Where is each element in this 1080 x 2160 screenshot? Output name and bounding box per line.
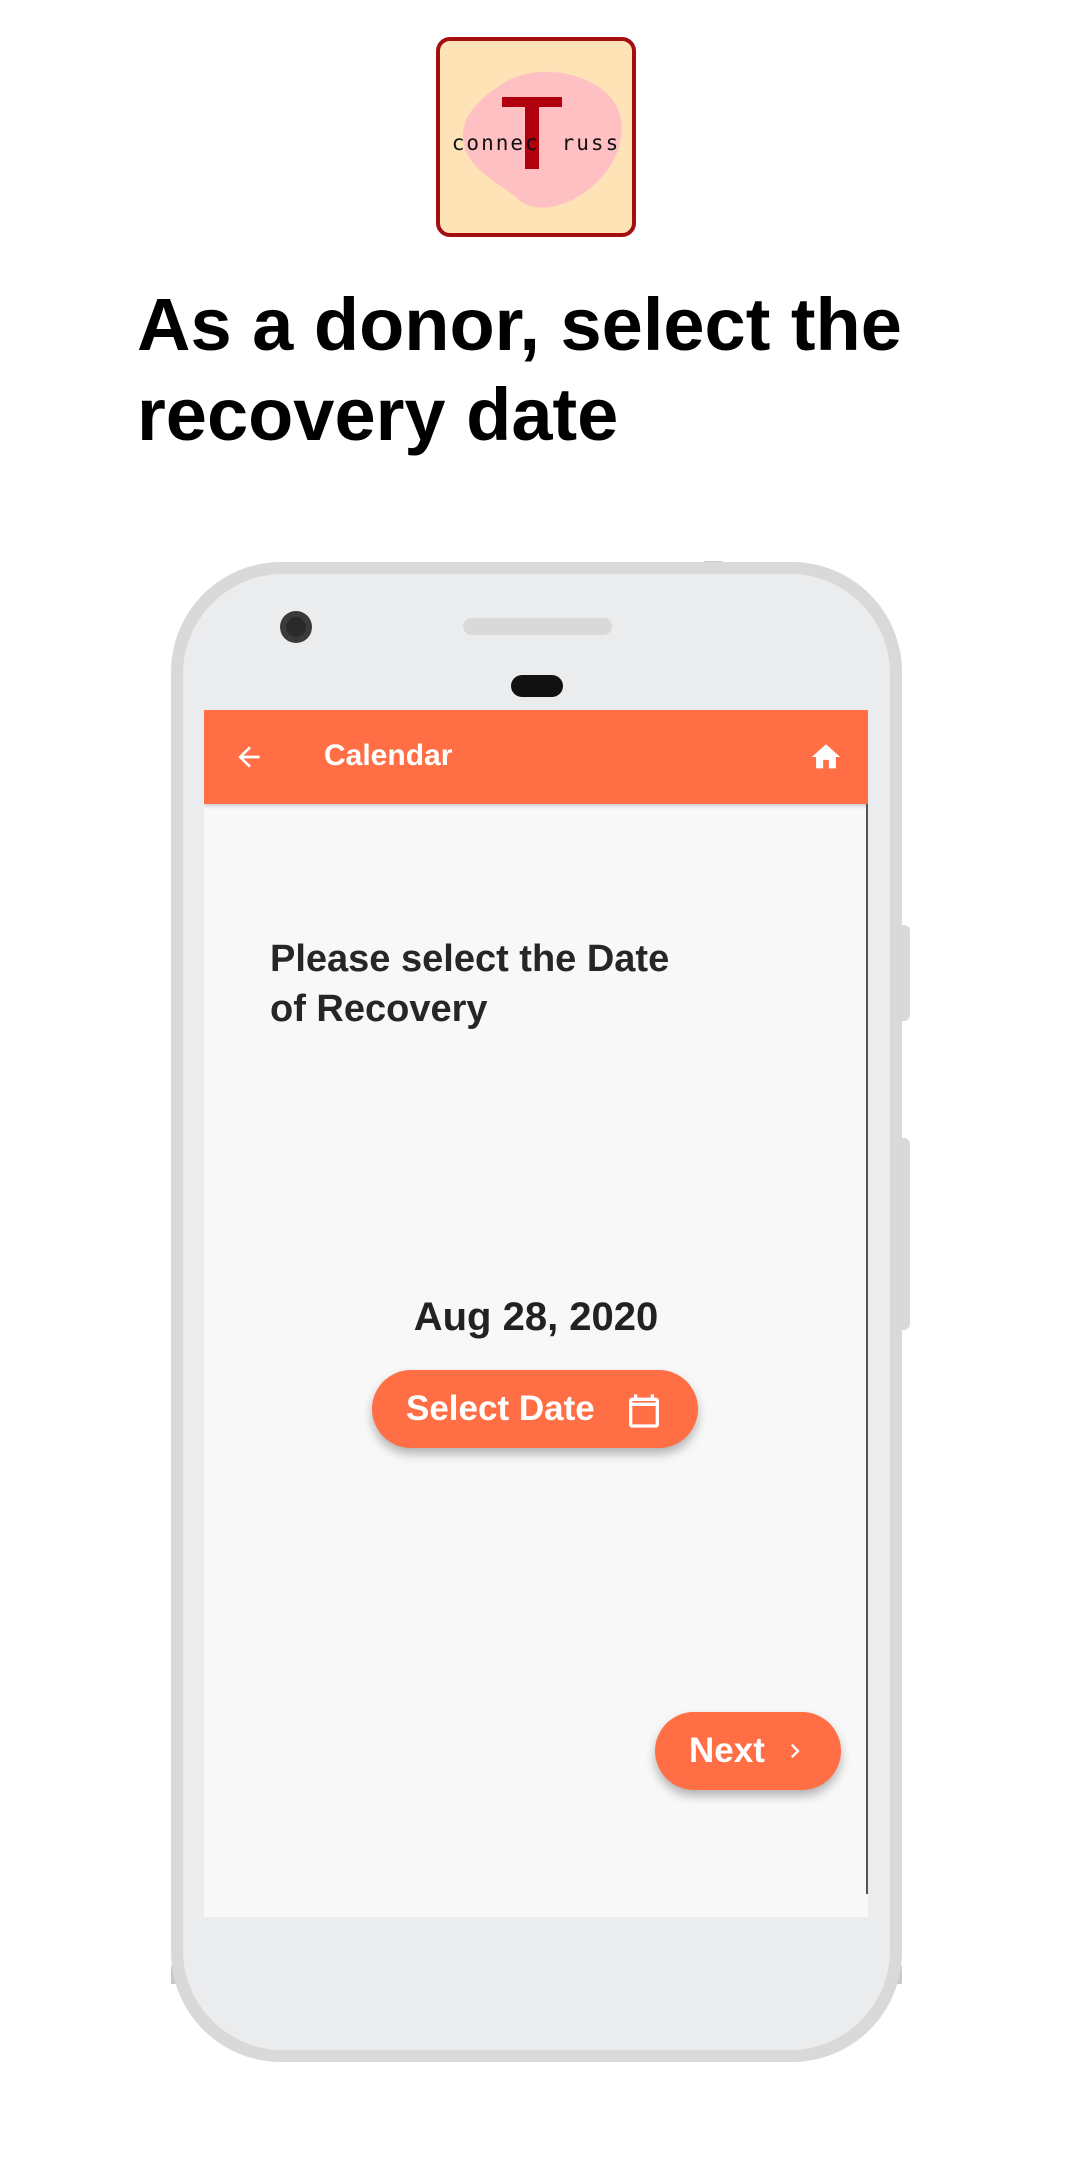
chevron-right-icon <box>791 1744 800 1758</box>
select-date-label: Select Date <box>406 1389 595 1428</box>
app-bar: Calendar <box>204 710 868 804</box>
next-button[interactable]: Next <box>655 1712 841 1790</box>
screen-edge-line <box>866 804 868 1894</box>
selected-date: Aug 28, 2020 <box>413 1295 659 1339</box>
phone-screen: Calendar Please select the Date of Recov… <box>204 710 868 1917</box>
calendar-icon <box>629 1394 659 1428</box>
next-label: Next <box>689 1731 765 1770</box>
recovery-date-prompt: Please select the Date of Recovery <box>270 938 670 1030</box>
arrow-left-icon[interactable] <box>232 741 266 773</box>
select-date-button[interactable]: Select Date <box>372 1370 698 1448</box>
home-icon[interactable] <box>808 740 844 774</box>
app-bar-title: Calendar <box>324 739 453 772</box>
